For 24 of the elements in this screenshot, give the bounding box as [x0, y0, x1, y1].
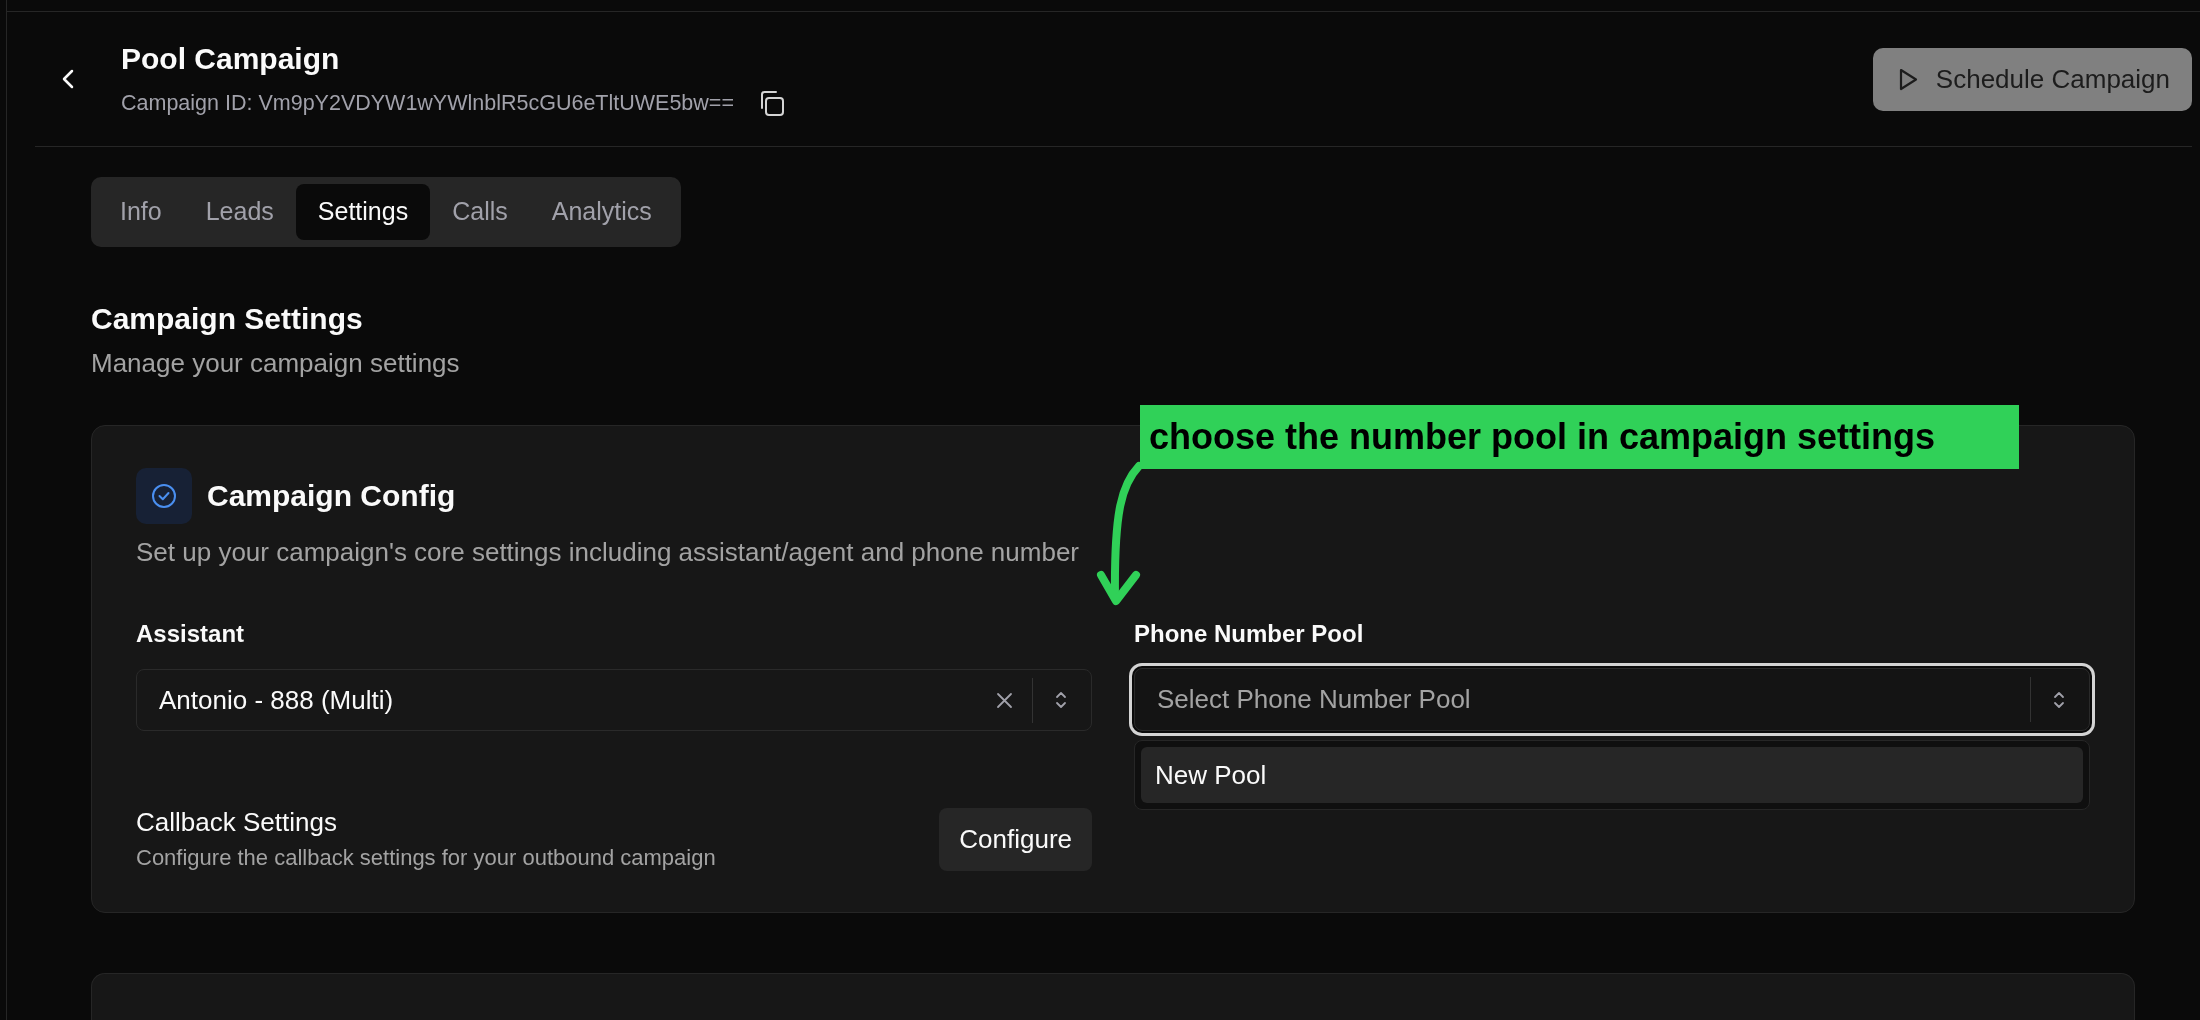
assistant-select[interactable]: Antonio - 888 (Multi): [136, 669, 1092, 731]
section-title: Campaign Settings: [91, 301, 363, 337]
tab[interactable]: Calls: [430, 184, 530, 240]
card-description: Set up your campaign's core settings including assistant/agent and phone number: [136, 536, 1079, 568]
dropdown-option[interactable]: New Pool: [1141, 747, 2083, 803]
annotation-label: choose the number pool in campaign settings: [1140, 405, 2019, 469]
callback-title: Callback Settings: [136, 806, 337, 838]
tab[interactable]: Analytics: [529, 184, 674, 240]
card-title: Campaign Config: [207, 478, 456, 514]
tab[interactable]: Info: [98, 184, 184, 240]
chevrons-up-down-icon[interactable]: [2053, 689, 2065, 710]
tab[interactable]: Settings: [295, 184, 431, 240]
campaign-id-text: Campaign ID: Vm9pY2VDYW1wYWlnblR5cGU6eTltUWE5bw==: [121, 90, 734, 117]
play-icon: [1898, 67, 1918, 91]
chevrons-up-down-icon[interactable]: [1055, 690, 1067, 710]
page-title: Pool Campaign: [121, 41, 340, 77]
field-label: Phone Number Pool: [1134, 619, 1364, 649]
tab[interactable]: Leads: [183, 184, 296, 240]
configure-button[interactable]: Configure: [939, 807, 1092, 871]
chevron-left-icon[interactable]: [62, 69, 74, 89]
callback-description: Configure the callback settings for your outbound campaign: [136, 844, 716, 872]
x-icon[interactable]: [996, 691, 1013, 709]
section-subtitle: Manage your campaign settings: [91, 347, 460, 379]
field-label: Assistant: [136, 619, 245, 649]
